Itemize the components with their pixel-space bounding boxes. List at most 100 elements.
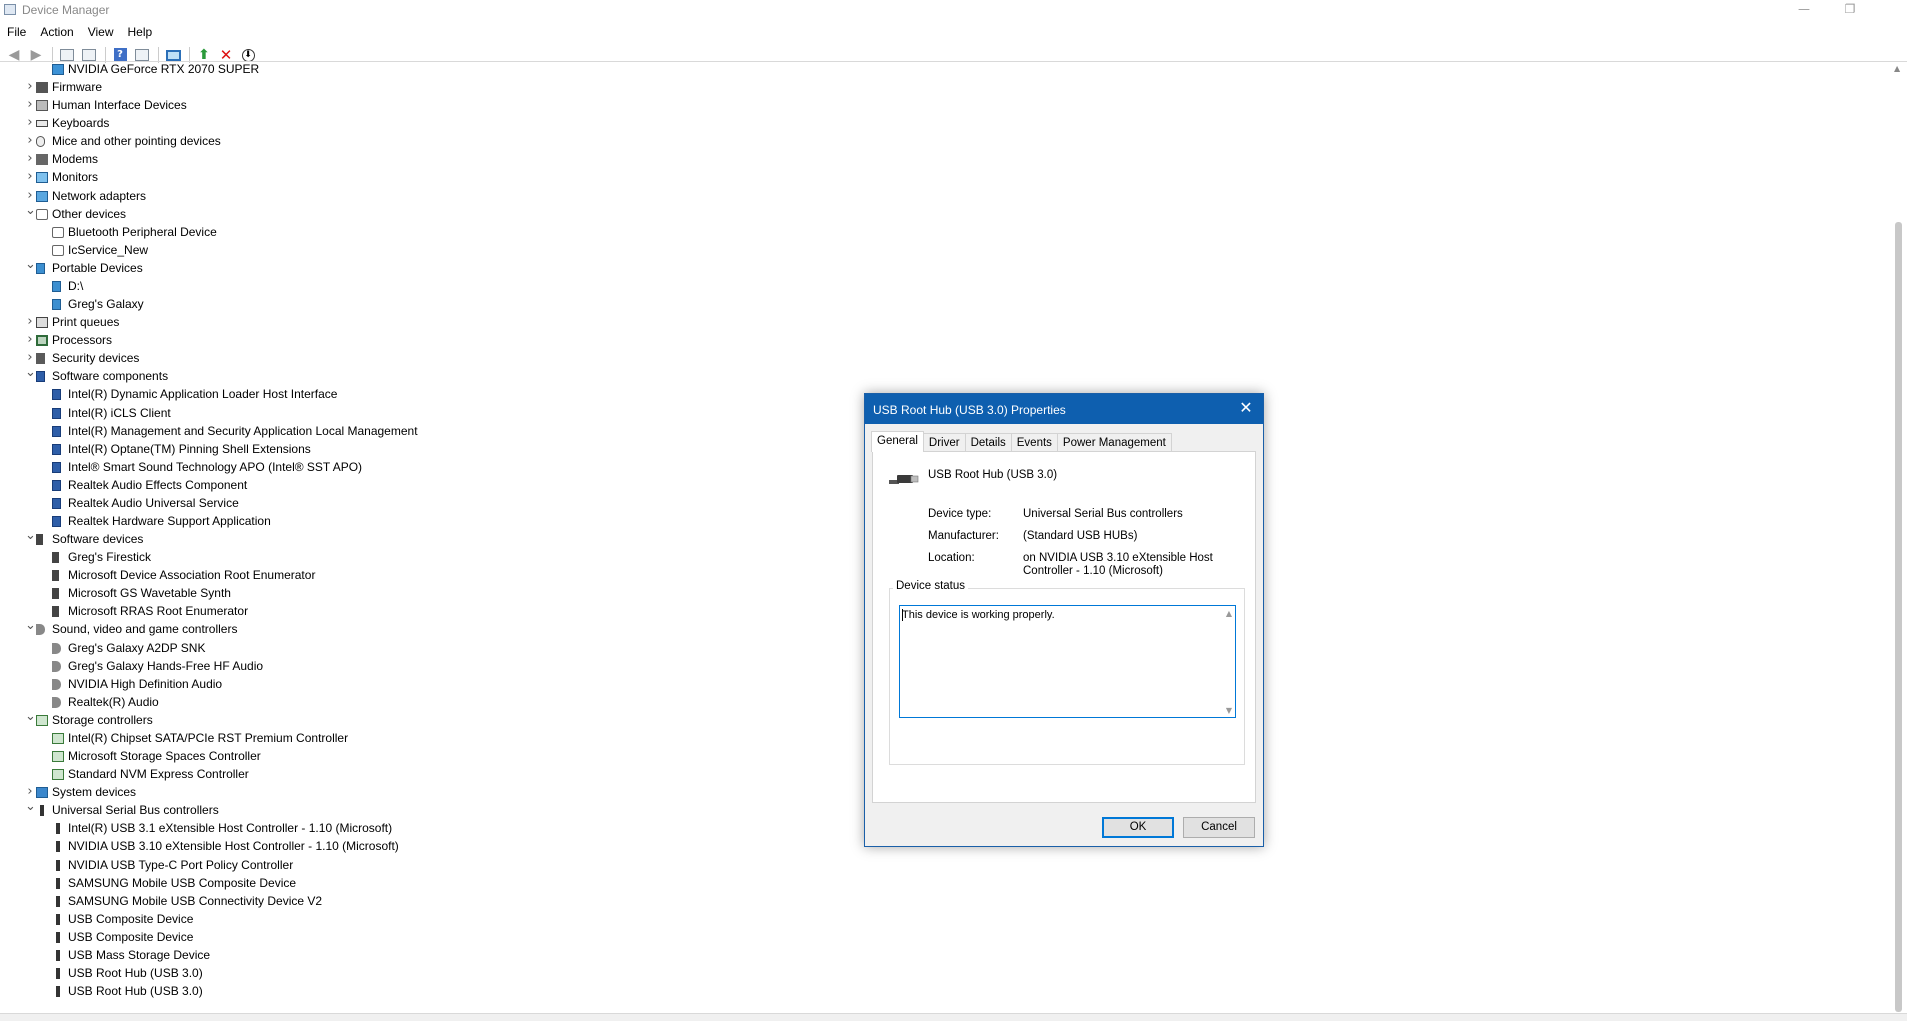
portable-device-icon — [36, 262, 45, 274]
tree-item-label: Human Interface Devices — [52, 98, 187, 113]
scroll-down-icon[interactable]: ▼ — [1226, 706, 1232, 715]
device-status-text: This device is working properly. — [902, 609, 1055, 621]
mouse-device-icon — [36, 136, 45, 148]
properties-icon — [82, 49, 96, 61]
location-value: on NVIDIA USB 3.10 eXtensible Host Contr… — [1023, 552, 1213, 577]
sec-device-icon — [36, 353, 45, 365]
chevron-down-icon[interactable]: ⌄ — [25, 203, 36, 218]
chevron-down-icon[interactable]: ⌄ — [25, 528, 36, 543]
tree-item-label: Modems — [52, 152, 99, 167]
tree-item-label: Software components — [52, 369, 169, 384]
tab-details[interactable]: Details — [964, 433, 1012, 452]
chevron-right-icon[interactable]: › — [25, 79, 35, 94]
usb-device-icon — [56, 986, 60, 998]
storage-device-icon — [36, 714, 48, 726]
tree-item-label: Network adapters — [52, 188, 147, 203]
tree-item-label: Intel(R) Dynamic Application Loader Host… — [68, 387, 338, 402]
chevron-right-icon[interactable]: › — [25, 151, 35, 166]
sw-device-icon — [52, 443, 61, 455]
tree-item-label: Realtek Hardware Support Application — [68, 514, 271, 528]
storage-device-icon — [52, 751, 64, 763]
tree-item-label: Security devices — [52, 351, 140, 366]
chevron-down-icon[interactable]: ⌄ — [25, 799, 36, 814]
device-status-label: Device status — [893, 580, 969, 592]
chevron-right-icon[interactable]: › — [25, 97, 35, 112]
tree-item-label: USB Root Hub (USB 3.0) — [68, 984, 203, 999]
dialog-tabs: General Driver Details Events Power Mana… — [871, 431, 1172, 452]
scroll-up-icon[interactable]: ▲ — [1894, 64, 1900, 73]
chevron-right-icon[interactable]: › — [25, 314, 35, 329]
chevron-right-icon[interactable]: › — [25, 784, 35, 799]
restore-button[interactable]: ❐ — [1827, 0, 1873, 20]
tree-item-label: Realtek Audio Universal Service — [68, 495, 239, 510]
usb-device-icon — [56, 913, 60, 925]
tree-item-label: Intel(R) USB 3.1 eXtensible Host Control… — [68, 821, 393, 836]
tree-item-label: Microsoft Device Association Root Enumer… — [68, 568, 316, 583]
usb-device-icon — [40, 805, 44, 817]
dialog-title-bar: USB Root Hub (USB 3.0) Properties ✕ — [865, 394, 1263, 424]
chevron-right-icon[interactable]: › — [25, 115, 35, 130]
swdev-device-icon — [52, 570, 59, 582]
sound-device-icon — [52, 660, 61, 672]
chevron-right-icon[interactable]: › — [25, 169, 35, 184]
chevron-right-icon[interactable]: › — [25, 332, 35, 347]
menu-file[interactable]: File — [0, 22, 33, 42]
tree-item-label: USB Mass Storage Device — [68, 947, 211, 962]
chevron-down-icon[interactable]: ⌄ — [25, 257, 36, 272]
chevron-right-icon[interactable]: › — [25, 350, 35, 365]
swdev-device-icon — [52, 606, 59, 618]
ok-button[interactable]: OK — [1102, 817, 1174, 838]
show-hide-tree-icon — [60, 49, 74, 61]
monitor-icon — [165, 49, 181, 61]
chevron-right-icon[interactable]: › — [25, 188, 35, 203]
scroll-thumb[interactable] — [1895, 222, 1902, 1012]
sw-device-icon — [52, 497, 61, 509]
sys-device-icon — [36, 787, 48, 799]
swdev-device-icon — [52, 588, 59, 600]
sw-device-icon — [52, 479, 61, 491]
tree-item-label: Portable Devices — [52, 260, 143, 275]
chevron-down-icon[interactable]: ⌄ — [25, 365, 36, 380]
portable-device-icon — [52, 280, 61, 292]
tree-item-label: USB Composite Device — [68, 929, 194, 944]
device-status-textbox[interactable]: This device is working properly. ▲ ▼ — [899, 605, 1236, 718]
tab-events[interactable]: Events — [1010, 433, 1058, 452]
menu-help[interactable]: Help — [121, 22, 160, 42]
sw-device-icon — [52, 516, 61, 527]
tab-general[interactable]: General — [871, 431, 924, 452]
usb-device-icon — [56, 931, 60, 943]
sound-device-icon — [52, 642, 61, 654]
minimize-button[interactable]: — — [1781, 0, 1827, 20]
tree-item-label: Intel(R) Optane(TM) Pinning Shell Extens… — [68, 441, 311, 456]
tab-driver[interactable]: Driver — [922, 433, 966, 452]
tree-item-label: Mice and other pointing devices — [52, 134, 221, 149]
tree-item-label: Sound, video and game controllers — [52, 622, 238, 637]
tab-power-management[interactable]: Power Management — [1056, 433, 1172, 452]
tree-item-label: NVIDIA High Definition Audio — [68, 676, 223, 691]
portable-device-icon — [52, 299, 61, 311]
tree-scrollbar[interactable]: ▲ — [1890, 62, 1907, 1017]
tree-item-label: Intel(R) iCLS Client — [68, 405, 171, 420]
chevron-right-icon[interactable]: › — [25, 133, 35, 148]
menu-action[interactable]: Action — [33, 22, 80, 42]
tree-item-label: System devices — [52, 785, 137, 800]
tree-item-label: SAMSUNG Mobile USB Connectivity Device V… — [68, 893, 323, 908]
menu-view[interactable]: View — [81, 22, 121, 42]
menu-bar: File Action View Help — [0, 22, 159, 42]
usb-device-icon — [56, 859, 60, 871]
cancel-button[interactable]: Cancel — [1183, 817, 1255, 838]
chevron-down-icon[interactable]: ⌄ — [25, 709, 36, 724]
tree-item-label: Intel® Smart Sound Technology APO (Intel… — [68, 459, 363, 474]
sw-device-icon — [52, 389, 61, 401]
sw-device-icon — [36, 371, 45, 383]
properties-dialog: USB Root Hub (USB 3.0) Properties ✕ Gene… — [864, 393, 1264, 847]
tree-item-label: Realtek(R) Audio — [68, 694, 159, 709]
scroll-up-icon[interactable]: ▲ — [1226, 609, 1232, 618]
tree-item-label: Bluetooth Peripheral Device — [68, 224, 217, 239]
storage-device-icon — [52, 769, 64, 781]
help-icon: ? — [113, 48, 127, 62]
general-tab-panel: USB Root Hub (USB 3.0) Device type: Univ… — [872, 451, 1256, 803]
dialog-close-button[interactable]: ✕ — [1237, 399, 1255, 417]
chevron-down-icon[interactable]: ⌄ — [25, 618, 36, 633]
tree-item-label: Greg's Galaxy A2DP SNK — [68, 640, 206, 655]
